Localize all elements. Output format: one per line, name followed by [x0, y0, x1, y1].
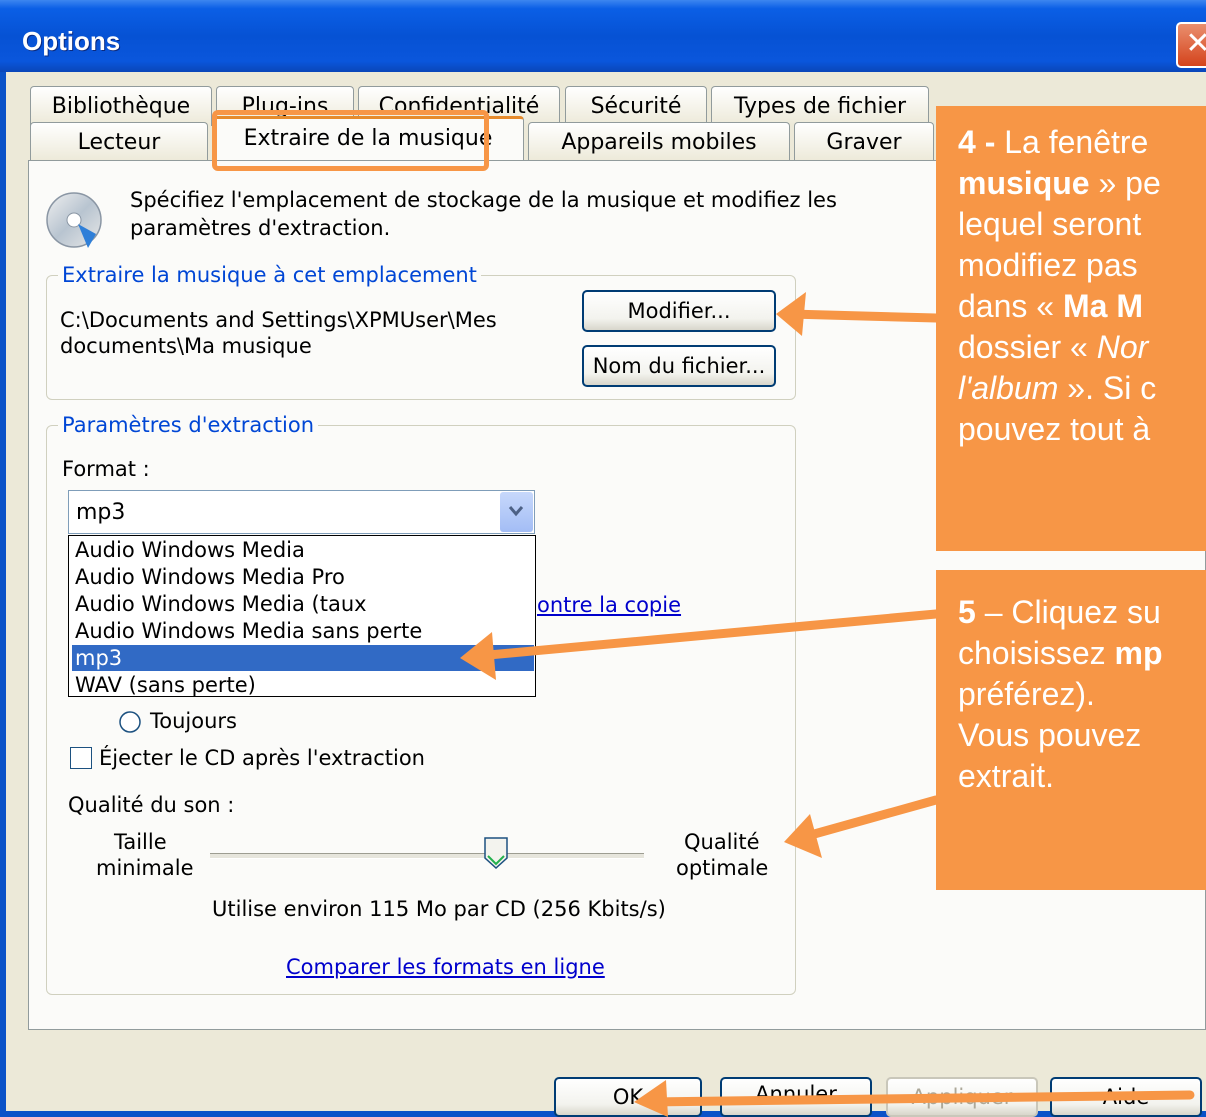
arrow-to-ok	[645, 1090, 1195, 1107]
arrowhead-modify	[776, 292, 806, 336]
arrowhead-ok	[634, 1080, 668, 1117]
arrowhead-mp3	[460, 632, 496, 680]
arrow-to-modify	[785, 309, 941, 323]
arrow-to-quality	[795, 795, 941, 843]
arrow-to-mp3	[473, 609, 941, 661]
annotation-arrows	[460, 292, 1195, 1117]
